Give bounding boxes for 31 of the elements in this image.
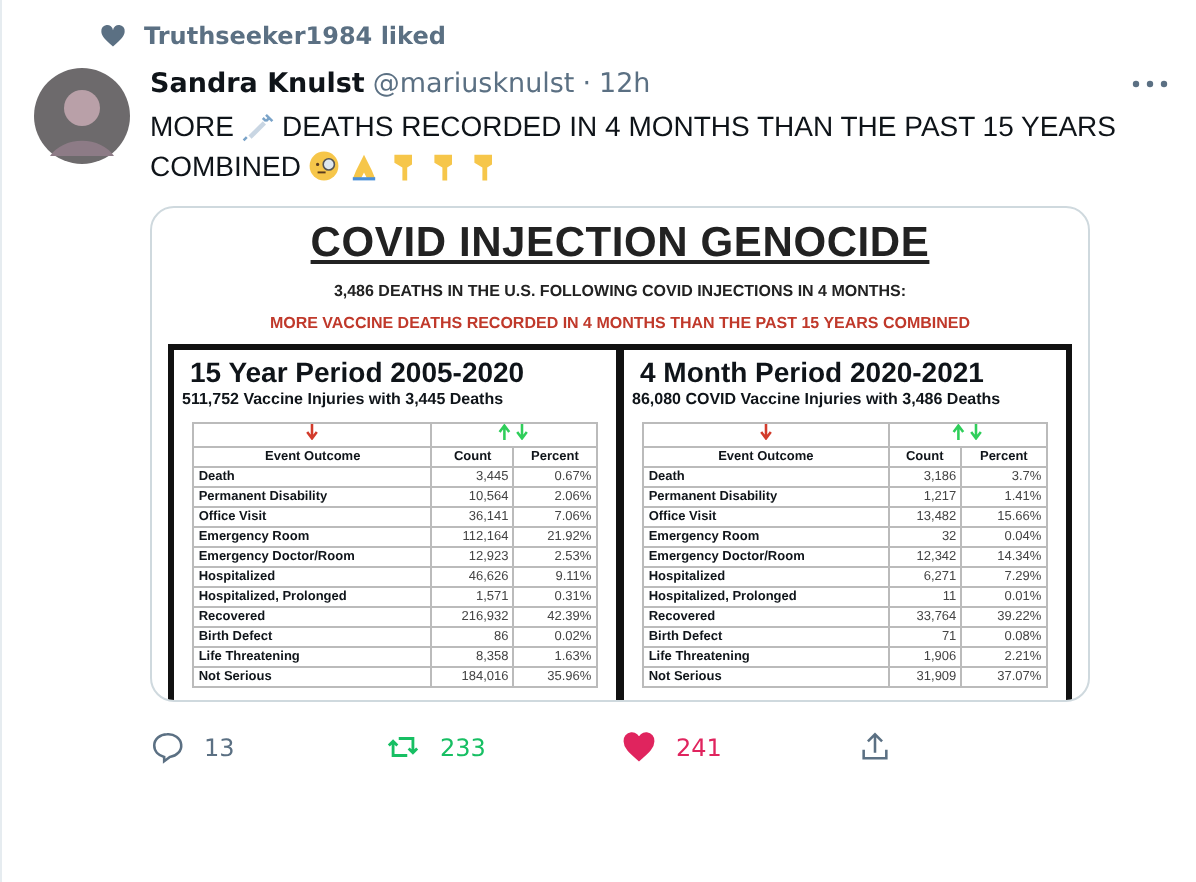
author-name[interactable]: Sandra Knulst bbox=[150, 68, 365, 100]
separator-dot: · bbox=[582, 68, 591, 100]
down-arrow-icon bbox=[757, 424, 774, 440]
tweet-image[interactable] bbox=[150, 206, 1090, 702]
reply-count: 13 bbox=[204, 733, 235, 761]
share-icon[interactable] bbox=[858, 730, 892, 764]
panel-heading: 4 Month Period 2020-2021 bbox=[638, 356, 986, 388]
up-down-arrows-icon bbox=[949, 424, 986, 440]
author-handle[interactable]: @mariusknulst bbox=[372, 68, 575, 100]
heart-icon[interactable] bbox=[622, 730, 656, 764]
tweet-text: DEATHS RECORDED IN 4 MONTHS THAN THE PAST 15 YEARS bbox=[282, 108, 1116, 146]
syringe-icon bbox=[242, 110, 274, 142]
retweet-count: 233 bbox=[440, 733, 486, 761]
monocle-face-icon bbox=[308, 150, 341, 182]
avatar[interactable] bbox=[34, 68, 130, 164]
liked-by-text: Truthseeker1984 liked bbox=[144, 22, 446, 50]
panel-subheading: 86,080 COVID Vaccine Injuries with 3,486 Deaths bbox=[632, 390, 1003, 408]
more-icon[interactable] bbox=[1132, 80, 1168, 88]
reply-icon[interactable] bbox=[150, 730, 184, 764]
up-down-arrows-icon bbox=[496, 424, 533, 440]
down-arrow-icon bbox=[304, 424, 321, 440]
heart-icon bbox=[98, 22, 128, 50]
image-title: COVID INJECTION GENOCIDE bbox=[308, 220, 932, 268]
image-subtitle: 3,486 DEATHS IN THE U.S. FOLLOWING COVID INJECTIONS IN 4 MONTHS: bbox=[331, 282, 909, 300]
tweet-text: COMBINED bbox=[150, 148, 301, 186]
image-highlight: MORE VACCINE DEATHS RECORDED IN 4 MONTHS THAN THE PAST 15 YEARS COMBINED bbox=[267, 314, 973, 332]
panel-subheading: 511,752 Vaccine Injuries with 3,445 Deaths bbox=[182, 390, 506, 408]
tweet-time[interactable]: 12h bbox=[599, 68, 651, 100]
panel-heading: 15 Year Period 2005-2020 bbox=[188, 356, 527, 388]
tweet-text: MORE bbox=[150, 108, 234, 146]
like-count: 241 bbox=[676, 733, 722, 761]
